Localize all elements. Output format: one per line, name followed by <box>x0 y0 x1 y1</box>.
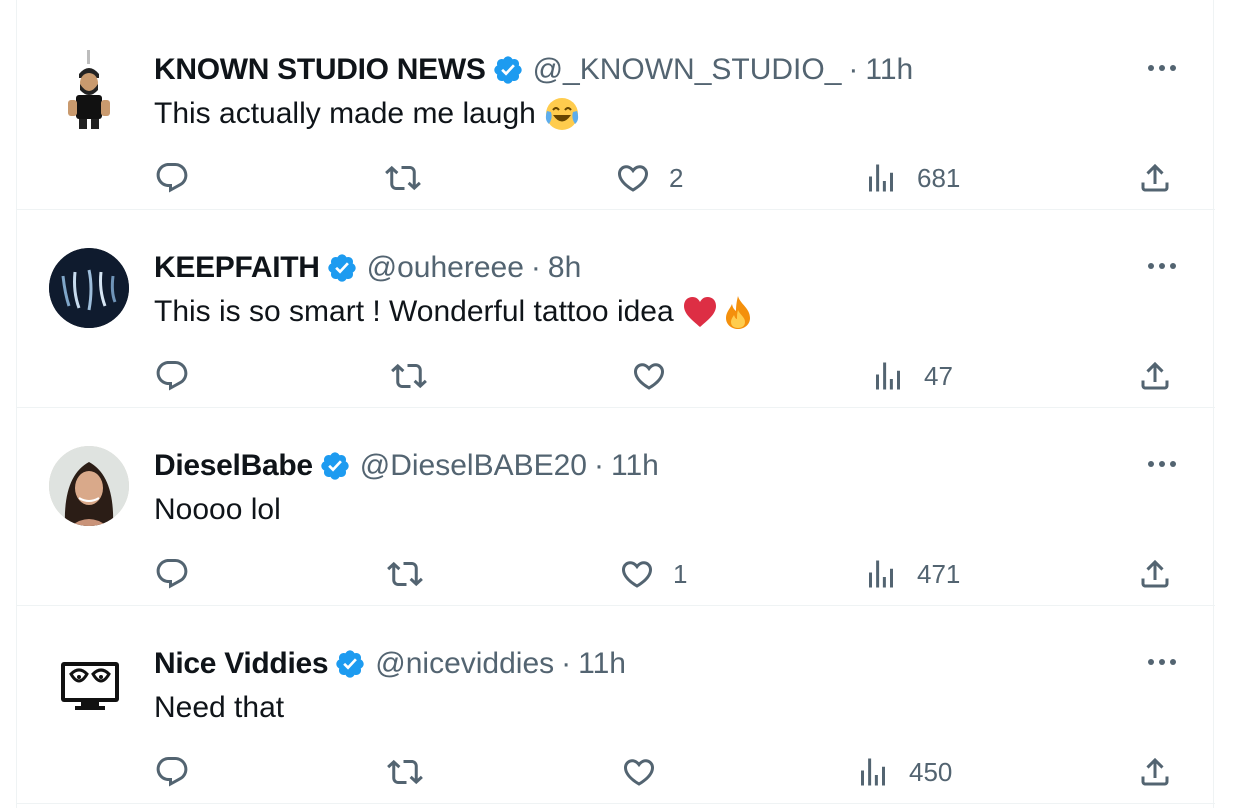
timestamp[interactable]: 8h <box>548 250 581 286</box>
more-icon[interactable] <box>1145 254 1179 278</box>
more-icon[interactable] <box>1145 650 1179 674</box>
retweet-icon <box>391 363 427 389</box>
reply-icon <box>156 559 188 589</box>
avatar-tv-logo <box>61 662 119 710</box>
retweet-button[interactable] <box>387 554 423 594</box>
retweet-button[interactable] <box>387 752 423 792</box>
tweet-text: Need that <box>154 690 284 726</box>
handle[interactable]: @ouhereee <box>367 250 524 286</box>
tweet[interactable]: Nice Viddies @niceviddies · 11h Need tha… <box>17 606 1215 804</box>
verified-badge-icon[interactable] <box>326 252 358 284</box>
like-count: 2 <box>669 163 684 193</box>
separator: · <box>593 449 604 482</box>
views-count: 681 <box>917 163 961 193</box>
share-icon <box>1141 361 1169 390</box>
share-icon <box>1141 559 1169 588</box>
tweet-text-content: Need that <box>154 691 285 724</box>
views-icon <box>876 362 900 390</box>
views-button[interactable]: 681 <box>863 158 960 198</box>
views-button[interactable]: 47 <box>870 356 953 396</box>
display-name[interactable]: DieselBabe <box>154 448 313 484</box>
like-icon <box>633 363 665 390</box>
like-button[interactable]: 2 <box>615 158 683 198</box>
views-count: 47 <box>924 361 953 391</box>
reply-icon <box>156 163 188 193</box>
more-icon[interactable] <box>1145 452 1179 476</box>
reply-button[interactable] <box>154 158 190 198</box>
retweet-button[interactable] <box>391 356 427 396</box>
reply-icon <box>156 361 188 391</box>
like-icon <box>621 561 653 588</box>
reply-button[interactable] <box>154 356 190 396</box>
verified-badge-icon[interactable] <box>492 54 524 86</box>
tweet-text: Noooo lol <box>154 492 281 528</box>
separator: · <box>530 251 541 284</box>
share-icon <box>1141 757 1169 786</box>
like-icon <box>623 759 655 786</box>
avatar[interactable] <box>49 248 129 328</box>
like-count: 1 <box>673 559 688 589</box>
share-icon <box>1141 163 1169 192</box>
views-icon <box>861 758 885 786</box>
verified-badge-icon[interactable] <box>334 648 366 680</box>
share-button[interactable] <box>1137 356 1173 396</box>
reply-icon <box>156 757 188 787</box>
tweet[interactable]: KNOWN STUDIO NEWS @_KNOWN_STUDIO_ · 11h … <box>17 12 1215 210</box>
reply-button[interactable] <box>154 554 190 594</box>
tweet-header: KEEPFAITH @ouhereee · 8h <box>154 250 581 286</box>
tweet-header: KNOWN STUDIO NEWS @_KNOWN_STUDIO_ · 11h <box>154 52 913 88</box>
reply-feed: KNOWN STUDIO NEWS @_KNOWN_STUDIO_ · 11h … <box>16 0 1215 808</box>
tweet[interactable]: KEEPFAITH @ouhereee · 8h This is so smar… <box>17 210 1215 408</box>
display-name[interactable]: KEEPFAITH <box>154 250 320 286</box>
tweet-text-content: Noooo lol <box>154 493 281 526</box>
tweet-header: Nice Viddies @niceviddies · 11h <box>154 646 626 682</box>
reply-button[interactable] <box>154 752 190 792</box>
views-button[interactable]: 471 <box>863 554 960 594</box>
timestamp[interactable]: 11h <box>865 52 913 88</box>
red-heart-emoji <box>683 297 716 327</box>
retweet-icon <box>387 561 423 587</box>
like-button[interactable] <box>621 752 675 792</box>
handle[interactable]: @niceviddies <box>375 646 554 682</box>
timestamp[interactable]: 11h <box>611 448 659 484</box>
views-count: 471 <box>917 559 961 589</box>
like-button[interactable]: 1 <box>619 554 687 594</box>
display-name[interactable]: KNOWN STUDIO NEWS <box>154 52 486 88</box>
separator: · <box>848 53 859 86</box>
views-button[interactable]: 450 <box>855 752 952 792</box>
display-name[interactable]: Nice Viddies <box>154 646 329 682</box>
tweet[interactable]: DieselBabe @DieselBABE20 · 11h Noooo lol… <box>17 408 1215 606</box>
avatar-abstract-image <box>49 248 129 328</box>
avatar-woman-photo <box>49 446 129 526</box>
like-button[interactable] <box>631 356 685 396</box>
tweet-text-content: This is so smart ! Wonderful tattoo idea <box>154 295 674 328</box>
more-icon[interactable] <box>1145 56 1179 80</box>
fire-emoji <box>725 296 750 329</box>
share-button[interactable] <box>1137 752 1173 792</box>
verified-badge-icon[interactable] <box>319 450 351 482</box>
retweet-icon <box>385 165 421 191</box>
retweet-button[interactable] <box>385 158 421 198</box>
share-button[interactable] <box>1137 554 1173 594</box>
tweet-text: This is so smart ! Wonderful tattoo idea <box>154 294 756 330</box>
views-count: 450 <box>909 757 953 787</box>
face-with-tears-of-joy-emoji <box>545 98 578 130</box>
avatar[interactable] <box>49 50 129 130</box>
avatar[interactable] <box>49 446 129 526</box>
tweet-text-content: This actually made me laugh <box>154 97 536 130</box>
like-icon <box>617 165 649 192</box>
handle[interactable]: @DieselBABE20 <box>360 448 587 484</box>
separator: · <box>561 647 572 680</box>
handle[interactable]: @_KNOWN_STUDIO_ <box>533 52 842 88</box>
views-icon <box>869 560 893 588</box>
avatar[interactable] <box>49 644 129 724</box>
retweet-icon <box>387 759 423 785</box>
tweet-header: DieselBabe @DieselBABE20 · 11h <box>154 448 659 484</box>
timestamp[interactable]: 11h <box>578 646 626 682</box>
share-button[interactable] <box>1137 158 1173 198</box>
views-icon <box>869 164 893 192</box>
avatar-cartoon-man-image <box>68 50 110 129</box>
tweet-text: This actually made me laugh <box>154 96 580 132</box>
